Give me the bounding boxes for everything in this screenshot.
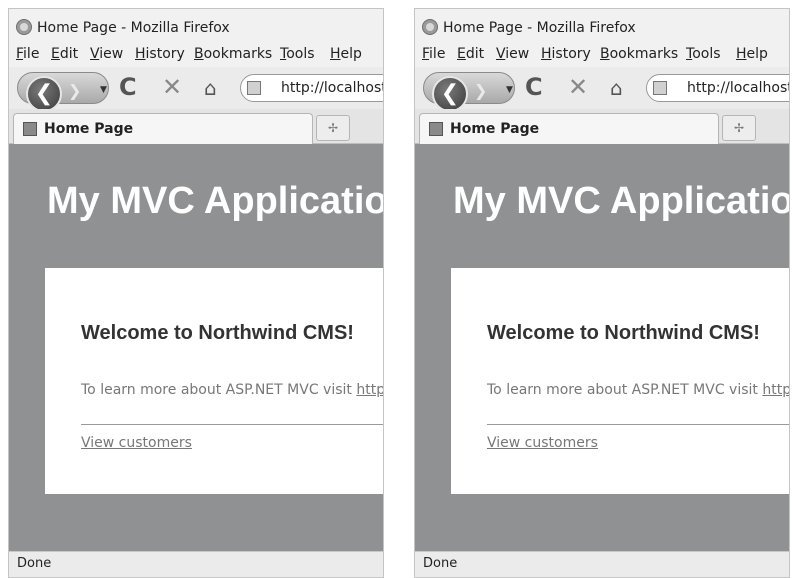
home-icon[interactable]: ⌂ [204,76,217,100]
main-panel: Welcome to Northwind CMS! To learn more … [45,268,383,494]
tab-label: Home Page [44,121,134,137]
menu-bar: File Edit View History Bookmarks Tools H… [9,43,383,67]
main-panel: Welcome to Northwind CMS! To learn more … [451,268,789,494]
title-bar: Home Page - Mozilla Firefox [9,9,383,43]
back-arrow-icon[interactable]: ❮ [432,76,468,112]
menu-edit[interactable]: Edit [457,46,484,62]
app-title: My MVC Application [47,180,384,222]
forward-arrow-icon[interactable]: ❯ [474,81,487,100]
menu-bar: File Edit View History Bookmarks Tools H… [415,43,789,67]
page-content: My MVC Application Welcome to Northwind … [9,144,383,551]
firefox-icon [16,19,32,35]
learn-more-label: To learn more about ASP.NET MVC visit [487,382,763,398]
address-text[interactable]: http://localhost: [687,80,789,96]
chevron-down-icon[interactable]: ▼ [100,85,107,95]
status-text: Done [423,556,458,571]
browser-window-left: Home Page - Mozilla Firefox File Edit Vi… [8,8,384,578]
address-bar[interactable]: http://localhost: [646,74,789,102]
view-customers-link[interactable]: View customers [81,435,192,451]
learn-more-text: To learn more about ASP.NET MVC visit ht… [487,382,789,398]
menu-file[interactable]: File [422,46,445,62]
back-forward-group: ❮ ❯ ▼ [423,72,515,112]
address-text[interactable]: http://localhost: [281,80,383,96]
menu-help[interactable]: Help [736,46,768,62]
new-tab-button[interactable]: ✢ [316,115,350,141]
menu-bookmarks[interactable]: Bookmarks [600,46,678,62]
site-identity-icon[interactable] [653,81,667,95]
menu-history[interactable]: History [135,46,185,62]
menu-tools[interactable]: Tools [686,46,721,62]
site-identity-icon[interactable] [247,81,261,95]
reload-icon[interactable]: C [119,73,137,101]
page-content: My MVC Application Welcome to Northwind … [415,144,789,551]
forward-arrow-icon[interactable]: ❯ [68,81,81,100]
app-title: My MVC Application [453,180,790,222]
welcome-heading: Welcome to Northwind CMS! [487,322,760,344]
aspnet-mvc-link[interactable]: http://asp.net/mvc [762,382,789,398]
title-bar: Home Page - Mozilla Firefox [415,9,789,43]
browser-window-right: Home Page - Mozilla Firefox File Edit Vi… [414,8,790,578]
tab-home-page[interactable]: Home Page [419,113,719,144]
reload-icon[interactable]: C [525,73,543,101]
view-customers-link[interactable]: View customers [487,435,598,451]
home-icon[interactable]: ⌂ [610,76,623,100]
divider [487,424,789,425]
stop-icon[interactable]: ✕ [162,73,182,101]
menu-edit[interactable]: Edit [51,46,78,62]
menu-file[interactable]: File [16,46,39,62]
navigation-toolbar: ❮ ❯ ▼ C ✕ ⌂ http://localhost: [9,67,383,112]
menu-view[interactable]: View [496,46,529,62]
menu-tools[interactable]: Tools [280,46,315,62]
tab-favicon-icon [429,122,443,136]
stop-icon[interactable]: ✕ [568,73,588,101]
back-arrow-icon[interactable]: ❮ [26,76,62,112]
menu-bookmarks[interactable]: Bookmarks [194,46,272,62]
welcome-heading: Welcome to Northwind CMS! [81,322,354,344]
tab-bar: Home Page ✢ [9,109,383,144]
tab-favicon-icon [23,122,37,136]
window-title: Home Page - Mozilla Firefox [443,20,636,36]
tab-bar: Home Page ✢ [415,109,789,144]
new-tab-icon: ✢ [327,121,339,135]
learn-more-label: To learn more about ASP.NET MVC visit [81,382,357,398]
learn-more-text: To learn more about ASP.NET MVC visit ht… [81,382,383,398]
tab-home-page[interactable]: Home Page [13,113,313,144]
divider [81,424,383,425]
status-text: Done [17,556,52,571]
chevron-down-icon[interactable]: ▼ [506,85,513,95]
menu-view[interactable]: View [90,46,123,62]
new-tab-icon: ✢ [733,121,745,135]
tab-label: Home Page [450,121,540,137]
menu-history[interactable]: History [541,46,591,62]
back-forward-group: ❮ ❯ ▼ [17,72,109,112]
firefox-icon [422,19,438,35]
new-tab-button[interactable]: ✢ [722,115,756,141]
status-bar: Done [9,551,383,577]
menu-help[interactable]: Help [330,46,362,62]
aspnet-mvc-link[interactable]: http://asp.net/mvc [356,382,383,398]
address-bar[interactable]: http://localhost: [240,74,383,102]
window-title: Home Page - Mozilla Firefox [37,20,230,36]
navigation-toolbar: ❮ ❯ ▼ C ✕ ⌂ http://localhost: [415,67,789,112]
status-bar: Done [415,551,789,577]
